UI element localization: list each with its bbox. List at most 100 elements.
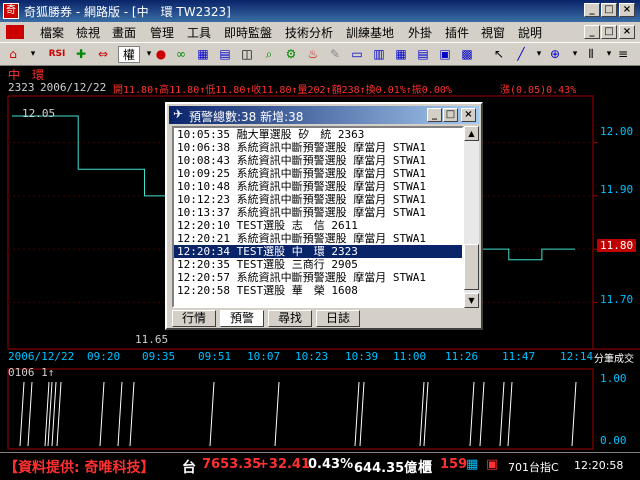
dialog-title-bar[interactable]: ✈ 預警總數:38 新增:38 _ □ × — [169, 106, 479, 124]
volume-frame — [7, 368, 594, 450]
scroll-up-arrow-icon[interactable]: ▲ — [464, 126, 479, 141]
tab-quote[interactable]: 行情 — [172, 310, 216, 327]
scroll-thumb[interactable] — [464, 244, 479, 290]
notes-icon[interactable]: ▤ — [216, 46, 234, 63]
menu-bar: 檔案 檢視 畫面 管理 工具 即時監盤 技術分析 訓練基地 外掛 插件 視窗 說… — [0, 22, 640, 42]
menu-file[interactable]: 檔案 — [40, 24, 64, 41]
layout-6-icon[interactable]: ▩ — [458, 46, 476, 63]
otc-label: 櫃 — [418, 460, 432, 476]
grid-icon[interactable]: ▦ — [194, 46, 212, 63]
volume-label-max: 1.00 — [600, 372, 627, 385]
volume-bar — [571, 381, 577, 447]
menu-view[interactable]: 檢視 — [76, 24, 100, 41]
alert-row[interactable]: 12:20:21 系統資訊中斷預警選股 摩當月 STWA1 — [174, 232, 462, 245]
tab-log[interactable]: 日誌 — [316, 310, 360, 327]
menu-plugins[interactable]: 外掛 — [408, 24, 432, 41]
minimize-button[interactable]: _ — [584, 3, 600, 17]
child-minimize-button[interactable]: _ — [584, 25, 600, 39]
alert-row[interactable]: 12:20:58 TEST選股 華 榮 1608 — [174, 284, 462, 297]
record-icon[interactable]: ● — [152, 46, 170, 63]
zoom-in-icon[interactable]: ⊕ — [546, 46, 564, 63]
dialog-icon: ✈ — [173, 107, 184, 121]
menu-addons[interactable]: 插件 — [445, 24, 469, 41]
maximize-button[interactable]: □ — [601, 3, 617, 17]
volume-bar — [99, 381, 105, 447]
alert-row[interactable]: 10:12:23 系統資訊中斷預警選股 摩當月 STWA1 — [174, 193, 462, 206]
scroll-down-arrow-icon[interactable]: ▼ — [464, 293, 479, 308]
layout-5-icon[interactable]: ▣ — [436, 46, 454, 63]
time-tick-8: 11:47 — [502, 350, 536, 363]
line-tool-icon[interactable]: ╱ — [512, 46, 530, 63]
alert-row[interactable]: 10:13:37 系統資訊中斷預警選股 摩當月 STWA1 — [174, 206, 462, 219]
layout-3-icon[interactable]: ▦ — [392, 46, 410, 63]
time-tick-2: 09:51 — [198, 350, 232, 363]
tab-alert[interactable]: 預警 — [220, 310, 264, 327]
menu-window[interactable]: 視窗 — [481, 24, 505, 41]
home-icon[interactable]: ⌂ — [4, 46, 22, 63]
period-select[interactable]: 權 — [118, 46, 140, 63]
alert-row[interactable]: 12:20:35 TEST選股 三商行 2905 — [174, 258, 462, 271]
tab-search[interactable]: 尋找 — [268, 310, 312, 327]
book-icon[interactable]: ◫ — [238, 46, 256, 63]
alert-row[interactable]: 10:05:35 融大單選股 矽 統 2363 — [174, 128, 462, 141]
menu-screen[interactable]: 畫面 — [112, 24, 136, 41]
otc-value: 159 — [440, 457, 468, 472]
bars-icon[interactable]: ⦀ — [582, 46, 600, 63]
volume-bars — [19, 381, 577, 447]
layout-2-icon[interactable]: ▥ — [370, 46, 388, 63]
dialog-minimize-button[interactable]: _ — [427, 108, 442, 122]
dialog-close-button[interactable]: × — [461, 108, 476, 122]
crosshair-icon[interactable]: ✚ — [72, 46, 90, 63]
time-start-date: 2006/12/22 — [8, 350, 75, 363]
alert-row[interactable]: 10:06:38 系統資訊中斷預警選股 摩當月 STWA1 — [174, 141, 462, 154]
menu-technical[interactable]: 技術分析 — [285, 24, 333, 41]
app-logo-icon[interactable]: 奇 — [3, 3, 19, 19]
clock: 12:20:58 — [574, 459, 624, 472]
alert-dialog[interactable]: ✈ 預警總數:38 新增:38 _ □ × 10:05:35 融大單選股 矽 統… — [165, 102, 483, 330]
alert-row[interactable]: 12:20:57 系統資訊中斷預警選股 摩當月 STWA1 — [174, 271, 462, 284]
alarm-icon[interactable]: ♨ — [304, 46, 322, 63]
index-percent: 0.43% — [308, 457, 354, 472]
gear-icon[interactable]: ⚙ — [282, 46, 300, 63]
doc-icon[interactable] — [6, 25, 24, 39]
cursor-icon[interactable]: ↖ — [490, 46, 508, 63]
alert-row[interactable]: 12:20:10 TEST選股 志 信 2611 — [174, 219, 462, 232]
alert-row[interactable]: 10:10:48 系統資訊中斷預警選股 摩當月 STWA1 — [174, 180, 462, 193]
alert-row[interactable]: 10:09:25 系統資訊中斷預警選股 摩當月 STWA1 — [174, 167, 462, 180]
calendar-icon[interactable]: ▣ — [486, 457, 498, 472]
volume-bar — [479, 381, 485, 447]
glasses-icon[interactable]: ∞ — [172, 46, 190, 63]
time-tick-7: 11:26 — [445, 350, 479, 363]
volume-bar — [129, 381, 135, 447]
pen-icon[interactable]: ✎ — [326, 46, 344, 63]
time-tick-1: 09:35 — [142, 350, 176, 363]
close-button[interactable]: × — [619, 3, 635, 17]
menu-realtime[interactable]: 即時監盤 — [224, 24, 272, 41]
dialog-title: 預警總數:38 新增:38 — [189, 110, 304, 124]
dropdown-arrow-icon[interactable]: ▾ — [24, 46, 42, 63]
alert-list[interactable]: 10:05:35 融大單選股 矽 統 2363 10:06:38 系統資訊中斷預警… — [172, 126, 464, 308]
menu-training[interactable]: 訓練基地 — [346, 24, 394, 41]
dialog-maximize-button[interactable]: □ — [443, 108, 458, 122]
child-restore-button[interactable]: □ — [601, 25, 617, 39]
search-icon[interactable]: ⌕ — [260, 46, 278, 63]
market-label: 台 — [182, 460, 196, 476]
alert-row[interactable]: 10:08:43 系統資訊中斷預警選股 摩當月 STWA1 — [174, 154, 462, 167]
menu-manage[interactable]: 管理 — [150, 24, 174, 41]
alert-row[interactable]: 12:20:34 TEST選股 中 環 2323 — [174, 245, 462, 258]
child-close-button[interactable]: × — [619, 25, 635, 39]
more-icon[interactable]: ≡ — [614, 46, 632, 63]
volume-bar — [56, 381, 62, 447]
arrows-icon[interactable]: ⇔ — [94, 46, 112, 63]
layout-4-icon[interactable]: ▤ — [414, 46, 432, 63]
volume-bar — [469, 381, 475, 447]
rsi-icon[interactable]: RSI — [48, 46, 66, 63]
time-tick-6: 11:00 — [393, 350, 427, 363]
alert-scrollbar[interactable]: ▲ ▼ — [464, 126, 479, 308]
volume-bar — [19, 381, 25, 447]
toolbar: ⌂ ▾ RSI ✚ ⇔ 權 ▾ ● ∞ ▦ ▤ ◫ ⌕ ⚙ ♨ ✎ ▭ ▥ ▦ … — [0, 42, 640, 66]
menu-tools[interactable]: 工具 — [187, 24, 211, 41]
keyboard-icon[interactable]: ▦ — [466, 457, 478, 472]
layout-1-icon[interactable]: ▭ — [348, 46, 366, 63]
menu-help[interactable]: 說明 — [518, 24, 542, 41]
